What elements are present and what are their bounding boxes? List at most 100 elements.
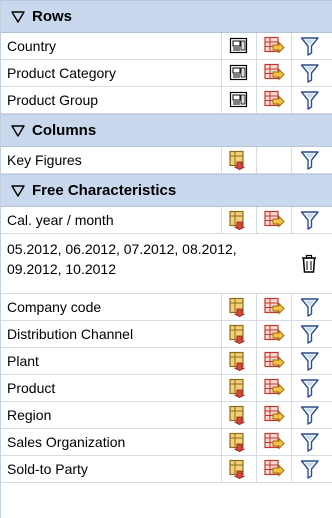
swap-axis-button[interactable] [257,429,293,455]
key-display-button[interactable] [222,33,258,59]
swap-axis-icon [263,432,285,452]
swap-axis-button[interactable] [257,60,293,86]
free-item-label: Company code [1,294,223,320]
trash-icon [300,254,318,274]
free-item-product[interactable]: Product [1,375,332,402]
drilldown-icon [228,150,250,170]
swap-axis-icon [263,36,285,56]
drilldown-button[interactable] [222,402,258,428]
free-item-company-code[interactable]: Company code [1,294,332,321]
swap-axis-icon [263,297,285,317]
free-item-label: Distribution Channel [1,321,223,347]
filter-icon [300,405,320,425]
columns-section-title: Columns [32,122,97,139]
filter-button[interactable] [292,60,332,86]
filter-icon [300,36,320,56]
filter-button[interactable] [292,147,332,173]
free-item-region[interactable]: Region [1,402,332,429]
filter-value-row: 05.2012, 06.2012, 07.2012, 08.2012, 09.2… [1,234,332,294]
free-item-distribution-channel[interactable]: Distribution Channel [1,321,332,348]
free-item-sales-organization[interactable]: Sales Organization [1,429,332,456]
drilldown-button[interactable] [222,348,258,374]
drilldown-icon [228,324,250,344]
swap-axis-button[interactable] [257,294,293,320]
drilldown-button[interactable] [222,294,258,320]
filter-icon [300,210,320,230]
delete-filter-button[interactable] [292,234,332,293]
filter-button[interactable] [292,456,332,482]
filter-value-text: 05.2012, 06.2012, 07.2012, 08.2012, 09.2… [7,241,237,277]
filter-button[interactable] [292,402,332,428]
filter-button[interactable] [292,321,332,347]
free-item-label: Product [1,375,223,401]
swap-axis-button[interactable] [257,348,293,374]
drilldown-icon [228,405,250,425]
swap-axis-button[interactable] [257,456,293,482]
swap-axis-button[interactable] [257,321,293,347]
free-item-sold-to-party[interactable]: Sold-to Party [1,456,332,483]
swap-axis-button[interactable] [257,33,293,59]
row-item-label: Product Group [1,87,223,113]
drilldown-button[interactable] [222,147,258,173]
filter-icon [300,297,320,317]
filter-icon [300,90,320,110]
filter-icon [300,459,320,479]
filter-button[interactable] [292,33,332,59]
drilldown-button[interactable] [222,207,258,233]
drilldown-icon [228,297,250,317]
free-characteristics-section-header[interactable]: Free Characteristics [1,174,332,207]
triangle-down-icon[interactable] [11,185,25,197]
swap-axis-button[interactable] [257,207,293,233]
filter-button[interactable] [292,87,332,113]
column-item-key-figures[interactable]: Key Figures [1,147,332,174]
triangle-down-icon[interactable] [11,125,25,137]
swap-axis-icon [263,63,285,83]
key-display-icon [229,64,249,82]
filter-button[interactable] [292,294,332,320]
drilldown-icon [228,459,250,479]
swap-axis-button[interactable] [257,402,293,428]
swap-axis-button[interactable] [257,87,293,113]
row-item-product-group[interactable]: Product Group [1,87,332,114]
rows-section-title: Rows [32,8,73,25]
free-item-label: Plant [1,348,223,374]
drilldown-button[interactable] [222,375,258,401]
filter-button[interactable] [292,207,332,233]
drilldown-icon [228,351,250,371]
key-display-icon [229,37,249,55]
columns-section-header[interactable]: Columns [1,114,332,147]
drilldown-button[interactable] [222,456,258,482]
swap-axis-icon [263,90,285,110]
free-item-label: Region [1,402,223,428]
swap-axis-icon [263,324,285,344]
row-item-product-category[interactable]: Product Category [1,60,332,87]
drilldown-button[interactable] [222,429,258,455]
free-item-plant[interactable]: Plant [1,348,332,375]
drilldown-icon [228,210,250,230]
filter-button[interactable] [292,375,332,401]
filter-icon [300,432,320,452]
row-item-country[interactable]: Country [1,33,332,60]
triangle-down-icon[interactable] [11,11,25,23]
navigation-panel: Rows Country Product Category Product Gr… [0,0,332,518]
key-display-button[interactable] [222,87,258,113]
swap-axis-icon [263,405,285,425]
row-item-label: Product Category [1,60,223,86]
swap-axis-icon [263,351,285,371]
filter-icon [300,63,320,83]
rows-section-header[interactable]: Rows [1,0,332,33]
swap-axis-button[interactable] [257,375,293,401]
filter-icon [300,378,320,398]
drilldown-button[interactable] [222,321,258,347]
swap-axis-icon [263,459,285,479]
swap-axis-icon [263,210,285,230]
filter-button[interactable] [292,348,332,374]
free-item-cal-year-month[interactable]: Cal. year / month [1,207,332,234]
drilldown-icon [228,378,250,398]
filter-icon [300,150,320,170]
empty-cell [257,147,293,173]
key-display-button[interactable] [222,60,258,86]
filter-button[interactable] [292,429,332,455]
free-item-label: Sold-to Party [1,456,223,482]
row-item-label: Country [1,33,223,59]
